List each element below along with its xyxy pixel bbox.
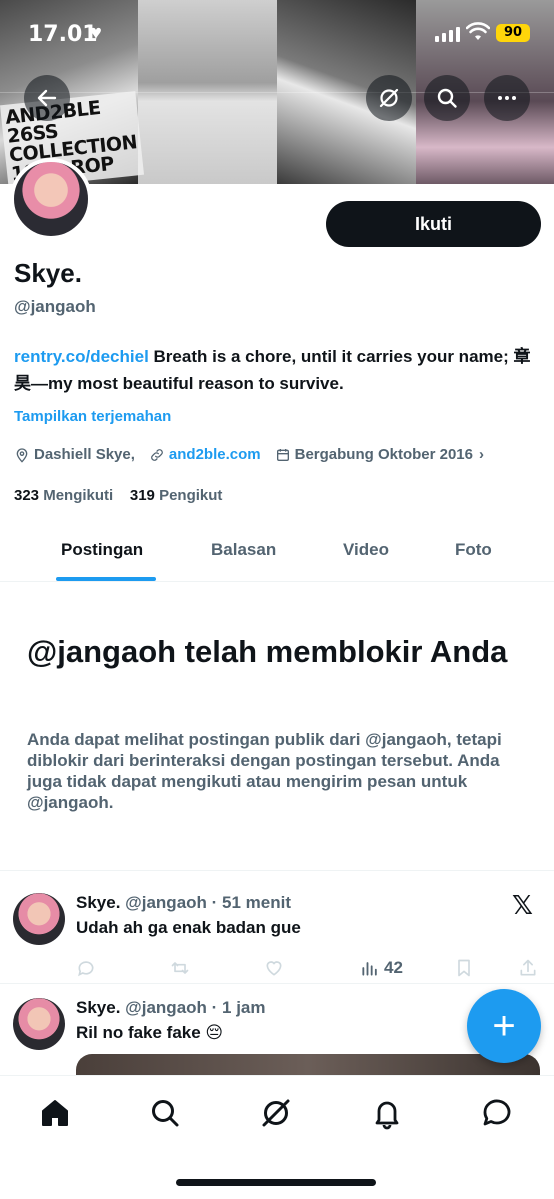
followers-count-link[interactable]: 319 Pengikut (130, 487, 223, 504)
grok-icon (379, 88, 399, 108)
tab-video[interactable]: Video (343, 540, 389, 560)
location-text: Dashiell Skye, (34, 446, 135, 463)
post-meta: @jangaoh · 1 jam (125, 998, 266, 1017)
chat-bubble-icon (483, 1099, 511, 1126)
more-button[interactable] (484, 75, 530, 121)
like-button[interactable] (264, 958, 284, 978)
x-logo-icon: 𝕏 (512, 890, 533, 920)
website[interactable]: and2ble.com (149, 446, 261, 463)
profile-meta: Dashiell Skye, and2ble.com Bergabung Okt… (14, 446, 498, 463)
block-notice-text: Anda dapat melihat postingan publik dari… (27, 730, 502, 812)
translate-link[interactable]: Tampilkan terjemahan (14, 408, 171, 425)
active-tab-indicator (56, 577, 156, 581)
nav-notifications[interactable] (370, 1096, 404, 1130)
tab-photos[interactable]: Foto (455, 540, 492, 560)
compose-button[interactable]: + (467, 989, 541, 1063)
share-button[interactable] (518, 958, 538, 978)
post-text: Ril no fake fake 😔 (76, 1023, 224, 1042)
nav-search[interactable] (148, 1096, 182, 1130)
search-icon (152, 1100, 179, 1127)
calendar-icon (276, 448, 289, 461)
followers-count: 319 (129, 487, 155, 504)
follow-counts: 323 Mengikuti 319 Pengikut (14, 487, 222, 504)
heart-outline-icon (266, 961, 282, 976)
profile-handle: @jangaoh (14, 297, 96, 316)
banner-divider (0, 92, 554, 93)
home-indicator (176, 1179, 376, 1186)
search-button[interactable] (424, 75, 470, 121)
tab-replies[interactable]: Balasan (211, 540, 276, 560)
post-avatar[interactable] (13, 998, 65, 1050)
post-author-name[interactable]: Skye. (76, 998, 120, 1017)
followers-label: Pengikut (159, 487, 223, 504)
plus-icon: + (492, 1003, 516, 1048)
bell-icon (375, 1101, 399, 1130)
grok-button[interactable] (366, 75, 412, 121)
chevron-right-icon: › (479, 446, 484, 463)
profile-tabs: Postingan Balasan Video Foto (0, 527, 554, 582)
nav-grok[interactable] (259, 1096, 293, 1130)
repost-icon (171, 962, 189, 974)
reply-icon (78, 961, 94, 977)
status-time: 17.01 (28, 22, 98, 47)
wifi-icon (466, 22, 490, 40)
post-text: Udah ah ga enak badan gue (76, 918, 301, 937)
location: Dashiell Skye, (14, 446, 135, 463)
battery-indicator: 90 (496, 24, 530, 42)
profile-name: Skye. (14, 258, 82, 288)
arrow-left-icon (37, 89, 57, 107)
repost-button[interactable] (170, 958, 190, 978)
post-header: Skye. @jangaoh · 51 menit (76, 893, 291, 913)
more-icon (498, 96, 516, 100)
join-date-text: Bergabung Oktober 2016 (294, 446, 473, 463)
status-bar: 17.01 ♥ 90 (0, 0, 554, 70)
post-actions: 42 (76, 958, 538, 982)
bio-link[interactable]: rentry.co/dechiel (14, 347, 149, 366)
join-date[interactable]: Bergabung Oktober 2016 › (275, 446, 484, 463)
views-button[interactable]: 42 (360, 958, 403, 978)
tab-posts[interactable]: Postingan (61, 540, 143, 560)
bottom-nav (0, 1075, 554, 1199)
post-avatar[interactable] (13, 893, 65, 945)
website-link[interactable]: and2ble.com (169, 446, 261, 463)
signal-icon (435, 26, 460, 42)
post-header: Skye. @jangaoh · 1 jam (76, 998, 266, 1018)
bookmark-icon (458, 959, 470, 977)
post-divider (0, 983, 554, 984)
block-notice-title: @jangaoh telah memblokir Anda (27, 634, 508, 669)
follow-button[interactable]: Ikuti (326, 201, 541, 247)
heart-icon: ♥ (90, 22, 102, 44)
location-pin-icon (16, 447, 28, 463)
share-icon (520, 959, 536, 976)
grok-icon (262, 1099, 290, 1127)
views-icon (362, 962, 377, 976)
nav-messages[interactable] (480, 1096, 514, 1130)
views-count: 42 (384, 958, 403, 977)
reply-button[interactable] (76, 958, 96, 978)
following-label: Mengikuti (43, 487, 114, 504)
post-meta: @jangaoh · 51 menit (125, 893, 291, 912)
bookmark-button[interactable] (454, 958, 474, 978)
following-count: 323 (14, 487, 40, 504)
avatar[interactable] (10, 158, 92, 240)
section-divider (0, 870, 554, 871)
post-author-name[interactable]: Skye. (76, 893, 120, 912)
back-button[interactable] (24, 75, 70, 121)
link-icon (151, 448, 163, 461)
nav-home[interactable] (38, 1096, 72, 1130)
home-icon (42, 1100, 68, 1126)
profile-bio: rentry.co/dechiel Breath is a chore, unt… (14, 343, 534, 397)
post-media[interactable] (76, 1054, 540, 1076)
search-icon (437, 88, 457, 108)
following-count-link[interactable]: 323 Mengikuti (14, 487, 113, 504)
